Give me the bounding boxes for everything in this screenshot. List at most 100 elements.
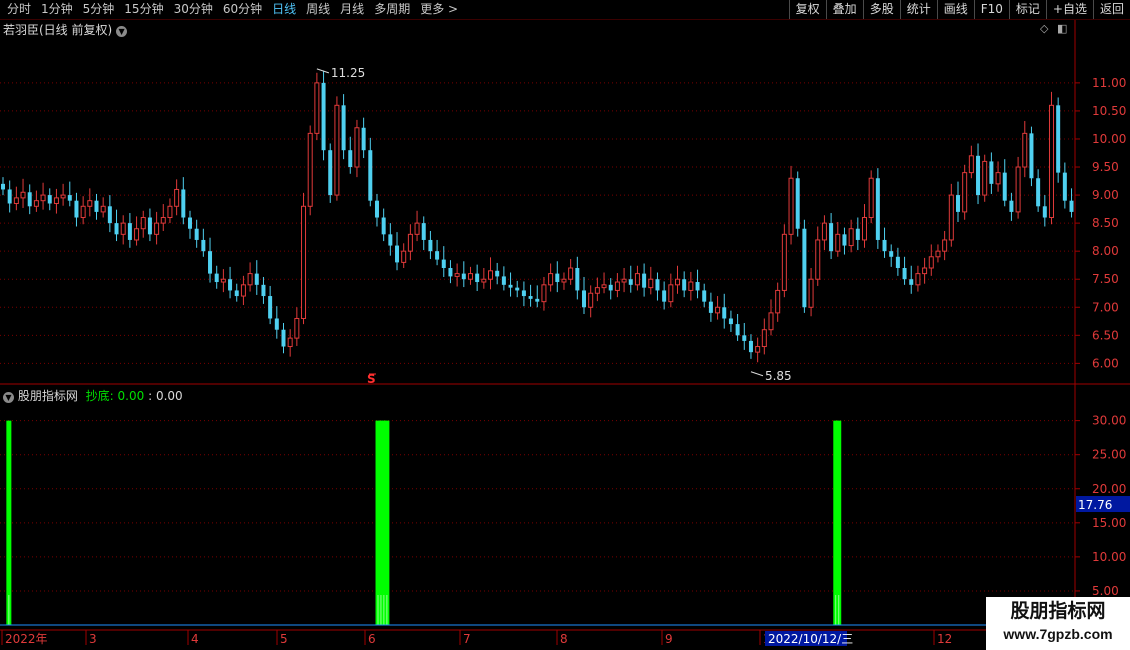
diamond-icon[interactable]: ◇ — [1040, 22, 1048, 35]
candle — [688, 271, 694, 301]
candle-body — [889, 251, 894, 257]
candle — [147, 208, 152, 242]
candle — [848, 219, 854, 253]
candle-body — [528, 296, 533, 299]
candle-body — [861, 217, 867, 241]
candle-body — [134, 228, 140, 241]
panel-toggle-icon[interactable]: ◧ — [1057, 22, 1067, 35]
candle — [401, 243, 407, 268]
candle — [995, 161, 1001, 192]
candle-body — [328, 150, 333, 196]
candle-body — [354, 127, 360, 168]
candle — [240, 275, 246, 306]
candle — [775, 282, 781, 322]
chevron-down-icon[interactable]: ▼ — [116, 26, 128, 37]
candle — [87, 188, 93, 217]
candle — [27, 184, 32, 215]
x-tick-label: 2022年 — [5, 632, 48, 646]
candle-body — [454, 273, 460, 277]
candle-body — [535, 298, 540, 302]
candle-body — [388, 234, 393, 246]
candle-body — [201, 239, 206, 252]
candle-body — [968, 155, 974, 174]
candle-body — [395, 245, 400, 263]
candle-body — [1022, 132, 1028, 168]
candle — [935, 244, 941, 263]
candle-body — [307, 132, 313, 207]
indicator-name[interactable]: 股朋指标网 — [18, 389, 78, 403]
y-tick-label: 5.00 — [1092, 584, 1119, 598]
watermark: 股朋指标网 www.7gpzb.com — [986, 597, 1130, 650]
stock-title: 若羽臣(日线 前复权) — [3, 23, 113, 37]
candle — [495, 262, 500, 285]
candle-body — [935, 250, 941, 258]
candle-body — [955, 195, 960, 212]
candle-body — [808, 278, 814, 308]
candle-body — [40, 194, 46, 202]
candle — [541, 276, 547, 311]
candle-body — [254, 273, 259, 285]
indicator-label: 抄底: — [85, 389, 114, 403]
candle — [361, 117, 366, 159]
candle — [301, 192, 307, 325]
candle — [642, 263, 647, 297]
candle — [160, 204, 166, 231]
candle-body — [1015, 166, 1021, 213]
candle — [976, 143, 981, 205]
candle — [475, 264, 480, 291]
candle-body — [414, 222, 420, 235]
candle — [582, 276, 587, 314]
candle-body — [748, 340, 753, 353]
candle-body — [167, 205, 173, 219]
candle-body — [842, 234, 847, 246]
candle-body — [982, 160, 988, 196]
y-tick-label: 30.00 — [1092, 414, 1126, 428]
current-value-tag-label: 17.76 — [1078, 498, 1112, 512]
candle — [1015, 156, 1021, 219]
y-tick-label: 6.50 — [1092, 328, 1119, 342]
candle-body — [948, 194, 954, 241]
candle-body — [642, 273, 647, 288]
candle-body — [909, 279, 914, 285]
candle-body — [976, 155, 981, 196]
candle-body — [461, 273, 466, 280]
main-pane-icons: ◇ ◧ — [1040, 22, 1072, 35]
candle — [395, 232, 400, 271]
candle-body — [100, 205, 106, 213]
candle — [488, 257, 494, 290]
candle — [634, 265, 640, 291]
x-tick-label: 4 — [191, 632, 199, 646]
candle-body — [147, 217, 152, 235]
candle-body — [120, 222, 126, 235]
candle — [728, 310, 733, 332]
candle — [928, 244, 934, 276]
candle — [187, 210, 192, 239]
candle — [601, 272, 607, 294]
candle — [909, 265, 914, 294]
y-tick-label: 10.00 — [1092, 132, 1126, 146]
candle-body — [214, 273, 219, 283]
candle-body — [247, 273, 253, 286]
candle — [254, 260, 259, 295]
candle-body — [281, 329, 286, 347]
candle — [528, 284, 533, 307]
y-tick-label: 10.00 — [1092, 550, 1126, 564]
candle — [768, 299, 774, 336]
candle-body — [521, 290, 526, 297]
candle — [294, 307, 300, 346]
candle-body — [140, 217, 146, 230]
candle — [882, 227, 887, 258]
y-tick-label: 11.00 — [1092, 76, 1126, 90]
candle — [33, 190, 39, 212]
candle — [561, 272, 567, 290]
candle-body — [1009, 200, 1014, 212]
candle — [781, 224, 787, 298]
candle-body — [467, 273, 473, 280]
candle-body — [868, 177, 874, 219]
candle — [334, 96, 340, 201]
candle — [1048, 91, 1054, 225]
y-tick-label: 8.00 — [1092, 244, 1119, 258]
chevron-down-icon[interactable]: ▼ — [3, 392, 14, 403]
candle-body — [728, 318, 733, 325]
candle-body — [448, 268, 453, 277]
